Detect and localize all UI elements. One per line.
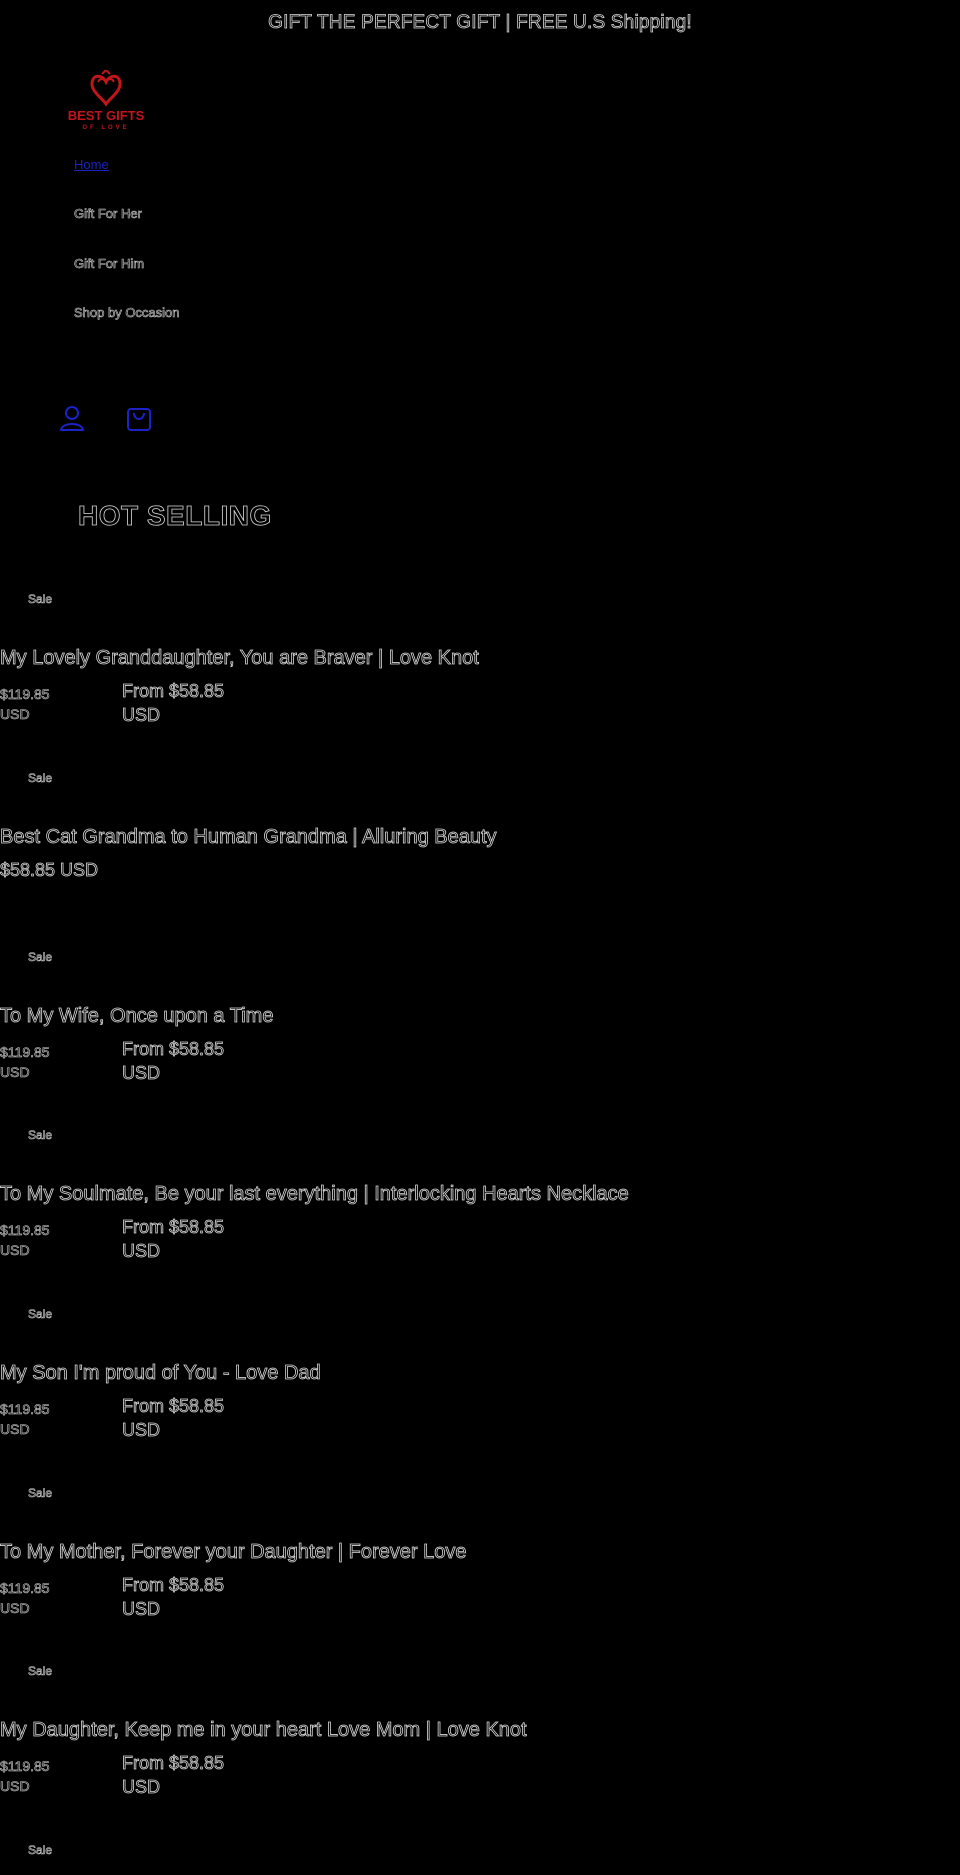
sale-badge: Sale [28,1486,53,1501]
sale-price: From $58.85 USD [122,1396,225,1441]
section-title: HOT SELLING [78,500,272,532]
nav-item-shop-by-occasion[interactable]: Shop by Occasion [74,305,180,321]
svg-text:OF LOVE: OF LOVE [82,125,129,131]
sale-badge: Sale [28,1307,53,1322]
sale-badge: Sale [28,1128,53,1143]
sale-price: From $58.85 USD [122,1753,225,1798]
product-title[interactable]: To My Mother, Forever your Daughter | Fo… [0,1541,467,1564]
product-title[interactable]: To My Wife, Once upon a Time [0,1005,274,1028]
nav-item-gift-for-him[interactable]: Gift For Him [74,256,145,272]
product-card[interactable]: Sale [0,1843,960,1873]
account-button[interactable] [57,403,87,433]
product-title[interactable]: My Daughter, Keep me in your heart Love … [0,1719,527,1742]
sale-badge: Sale [28,592,53,607]
regular-price: $119.85 USD [0,686,50,723]
regular-price: $119.85 USD [0,1222,50,1259]
sale-price: From $58.85 USD [122,1039,225,1084]
product-card[interactable]: Sale My Son I'm proud of You - Love Dad … [0,1307,960,1457]
cart-icon [127,408,151,431]
product-title[interactable]: Best Cat Grandma to Human Grandma | Allu… [0,826,497,849]
product-card[interactable]: Sale Best Cat Grandma to Human Grandma |… [0,771,960,921]
product-card[interactable]: Sale To My Mother, Forever your Daughter… [0,1486,960,1636]
nav-item-gift-for-her[interactable]: Gift For Her [74,206,143,222]
sale-badge: Sale [28,1843,53,1858]
sale-price: From $58.85 USD [122,1575,225,1620]
nav-item-home[interactable]: Home [74,157,109,172]
announcement-bar: GIFT THE PERFECT GIFT | FREE U.S Shippin… [268,12,692,34]
regular-price: $119.85 USD [0,1044,50,1081]
product-card[interactable]: Sale To My Soulmate, Be your last everyt… [0,1128,960,1278]
product-card[interactable]: Sale My Daughter, Keep me in your heart … [0,1664,960,1814]
product-title[interactable]: My Lovely Granddaughter, You are Braver … [0,647,479,670]
product-card[interactable]: Sale My Lovely Granddaughter, You are Br… [0,592,960,742]
regular-price: $119.85 USD [0,1758,50,1795]
regular-price: $119.85 USD [0,1401,50,1438]
brand-logo[interactable]: BEST GIFTS OF LOVE [58,70,154,132]
product-card[interactable]: Sale To My Wife, Once upon a Time $119.8… [0,950,960,1100]
svg-text:BEST GIFTS: BEST GIFTS [68,108,145,123]
sale-price: $58.85 USD [0,860,99,881]
sale-badge: Sale [28,950,53,965]
product-title[interactable]: My Son I'm proud of You - Love Dad [0,1362,321,1385]
account-icon [59,406,85,431]
regular-price: $119.85 USD [0,1580,50,1617]
sale-price: From $58.85 USD [122,1217,225,1262]
sale-badge: Sale [28,771,53,786]
logo-heart-icon: BEST GIFTS OF LOVE [68,70,145,131]
product-title[interactable]: To My Soulmate, Be your last everything … [0,1183,629,1206]
sale-price: From $58.85 USD [122,681,225,726]
cart-button[interactable] [124,403,154,433]
sale-badge: Sale [28,1664,53,1679]
